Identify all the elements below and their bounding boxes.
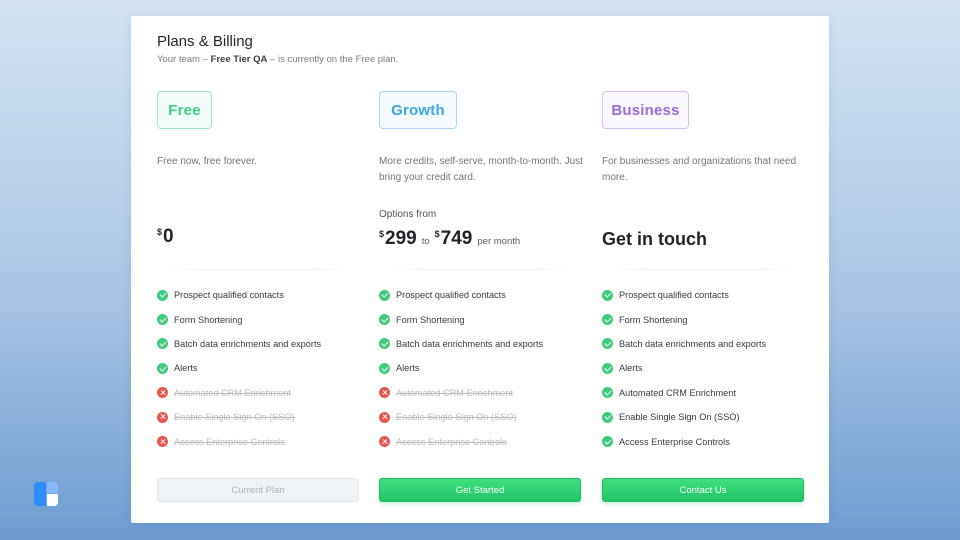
contact-us-button[interactable]: Contact Us <box>602 478 804 502</box>
feature-item: Prospect qualified contacts <box>602 283 766 307</box>
price-currency: $ <box>157 227 163 237</box>
plan-badge-business: Business <box>602 91 689 129</box>
price-currency: $ <box>379 229 385 239</box>
feature-item: Prospect qualified contacts <box>379 283 543 307</box>
app-logo-icon[interactable] <box>34 482 58 506</box>
x-circle-icon <box>379 387 390 399</box>
feature-item: Enable Single Sign On (SSO) <box>602 405 766 429</box>
feature-item: Batch data enrichments and exports <box>157 332 321 356</box>
x-circle-icon <box>157 387 168 399</box>
x-circle-icon <box>379 436 390 448</box>
feature-label: Alerts <box>174 363 198 374</box>
plan-badge-growth: Growth <box>379 91 457 129</box>
price-amount: 0 <box>163 226 174 247</box>
check-circle-icon <box>379 289 390 301</box>
check-circle-icon <box>602 314 613 326</box>
feature-item: Prospect qualified contacts <box>157 283 321 307</box>
plan-column-business: Business For businesses and organization… <box>602 16 804 523</box>
plan-description: More credits, self-serve, month-to-month… <box>379 156 583 183</box>
plan-price: $ 299 to $ 749 per month <box>379 228 520 250</box>
feature-label: Form Shortening <box>174 314 243 325</box>
feature-item: Batch data enrichments and exports <box>602 332 766 356</box>
feature-item: Access Enterprise Controls <box>602 429 766 453</box>
billing-card: Plans & Billing Your team – Free Tier QA… <box>131 16 829 523</box>
x-circle-icon <box>157 436 168 448</box>
feature-item: Automated CRM Enrichment <box>157 381 321 405</box>
feature-label: Alerts <box>396 363 420 374</box>
plan-column-free: Free Free now, free forever. $ 0 Prospec… <box>157 16 359 523</box>
feature-label: Automated CRM Enrichment <box>396 387 513 398</box>
feature-item: Form Shortening <box>157 307 321 331</box>
plan-description: For businesses and organizations that ne… <box>602 156 797 183</box>
x-circle-icon <box>379 411 390 423</box>
check-circle-icon <box>602 436 613 448</box>
current-plan-button[interactable]: Current Plan <box>157 478 359 502</box>
feature-label: Enable Single Sign On (SSO) <box>619 412 740 423</box>
feature-list: Prospect qualified contacts Form Shorteni… <box>157 283 321 454</box>
feature-item: Enable Single Sign On (SSO) <box>157 405 321 429</box>
feature-label: Batch data enrichments and exports <box>396 338 544 349</box>
check-circle-icon <box>157 338 168 350</box>
feature-item: Automated CRM Enrichment <box>379 381 543 405</box>
app-logo-part <box>47 494 58 506</box>
plan-description: Free now, free forever. <box>157 156 258 167</box>
feature-item: Enable Single Sign On (SSO) <box>379 405 543 429</box>
check-circle-icon <box>379 338 390 350</box>
feature-label: Automated CRM Enrichment <box>619 387 736 398</box>
check-circle-icon <box>157 362 168 374</box>
feature-label: Enable Single Sign On (SSO) <box>174 412 295 423</box>
feature-label: Batch data enrichments and exports <box>174 338 322 349</box>
divider <box>379 269 581 270</box>
app-logo-part <box>34 482 46 506</box>
check-circle-icon <box>602 338 613 350</box>
price-low: 299 <box>385 228 417 249</box>
price-currency: $ <box>434 229 440 239</box>
feature-label: Automated CRM Enrichment <box>174 387 291 398</box>
check-circle-icon <box>157 314 168 326</box>
check-circle-icon <box>602 289 613 301</box>
feature-item: Automated CRM Enrichment <box>602 381 766 405</box>
feature-list: Prospect qualified contacts Form Shorteni… <box>379 283 543 454</box>
feature-label: Access Enterprise Controls <box>174 436 285 447</box>
feature-item: Batch data enrichments and exports <box>379 332 543 356</box>
divider <box>602 269 804 270</box>
plan-price: $ 0 <box>157 226 174 248</box>
options-from-label: Options from <box>379 209 437 220</box>
feature-label: Prospect qualified contacts <box>174 290 284 301</box>
feature-item: Access Enterprise Controls <box>157 429 321 453</box>
feature-item: Form Shortening <box>379 307 543 331</box>
divider <box>157 269 359 270</box>
feature-item: Alerts <box>602 356 766 380</box>
x-circle-icon <box>157 411 168 423</box>
feature-label: Access Enterprise Controls <box>396 436 507 447</box>
check-circle-icon <box>602 411 613 423</box>
feature-label: Enable Single Sign On (SSO) <box>396 412 517 423</box>
feature-item: Alerts <box>379 356 543 380</box>
plan-column-growth: Growth More credits, self-serve, month-t… <box>379 16 583 523</box>
feature-item: Alerts <box>157 356 321 380</box>
feature-label: Form Shortening <box>619 314 688 325</box>
plan-badge-free: Free <box>157 91 212 129</box>
feature-label: Alerts <box>619 363 643 374</box>
get-in-touch-heading: Get in touch <box>602 229 707 249</box>
feature-item: Form Shortening <box>602 307 766 331</box>
feature-label: Access Enterprise Controls <box>619 436 730 447</box>
price-period: per month <box>477 236 521 247</box>
check-circle-icon <box>602 387 613 399</box>
feature-label: Form Shortening <box>396 314 465 325</box>
check-circle-icon <box>379 314 390 326</box>
feature-label: Prospect qualified contacts <box>619 290 729 301</box>
feature-item: Access Enterprise Controls <box>379 429 543 453</box>
feature-label: Prospect qualified contacts <box>396 290 506 301</box>
check-circle-icon <box>602 362 613 374</box>
get-started-button[interactable]: Get Started <box>379 478 581 502</box>
feature-list: Prospect qualified contacts Form Shorteni… <box>602 283 766 454</box>
check-circle-icon <box>157 289 168 301</box>
price-to: to <box>421 236 430 247</box>
app-logo-part <box>47 482 58 493</box>
feature-label: Batch data enrichments and exports <box>619 338 767 349</box>
price-high: 749 <box>440 228 473 249</box>
check-circle-icon <box>379 362 390 374</box>
